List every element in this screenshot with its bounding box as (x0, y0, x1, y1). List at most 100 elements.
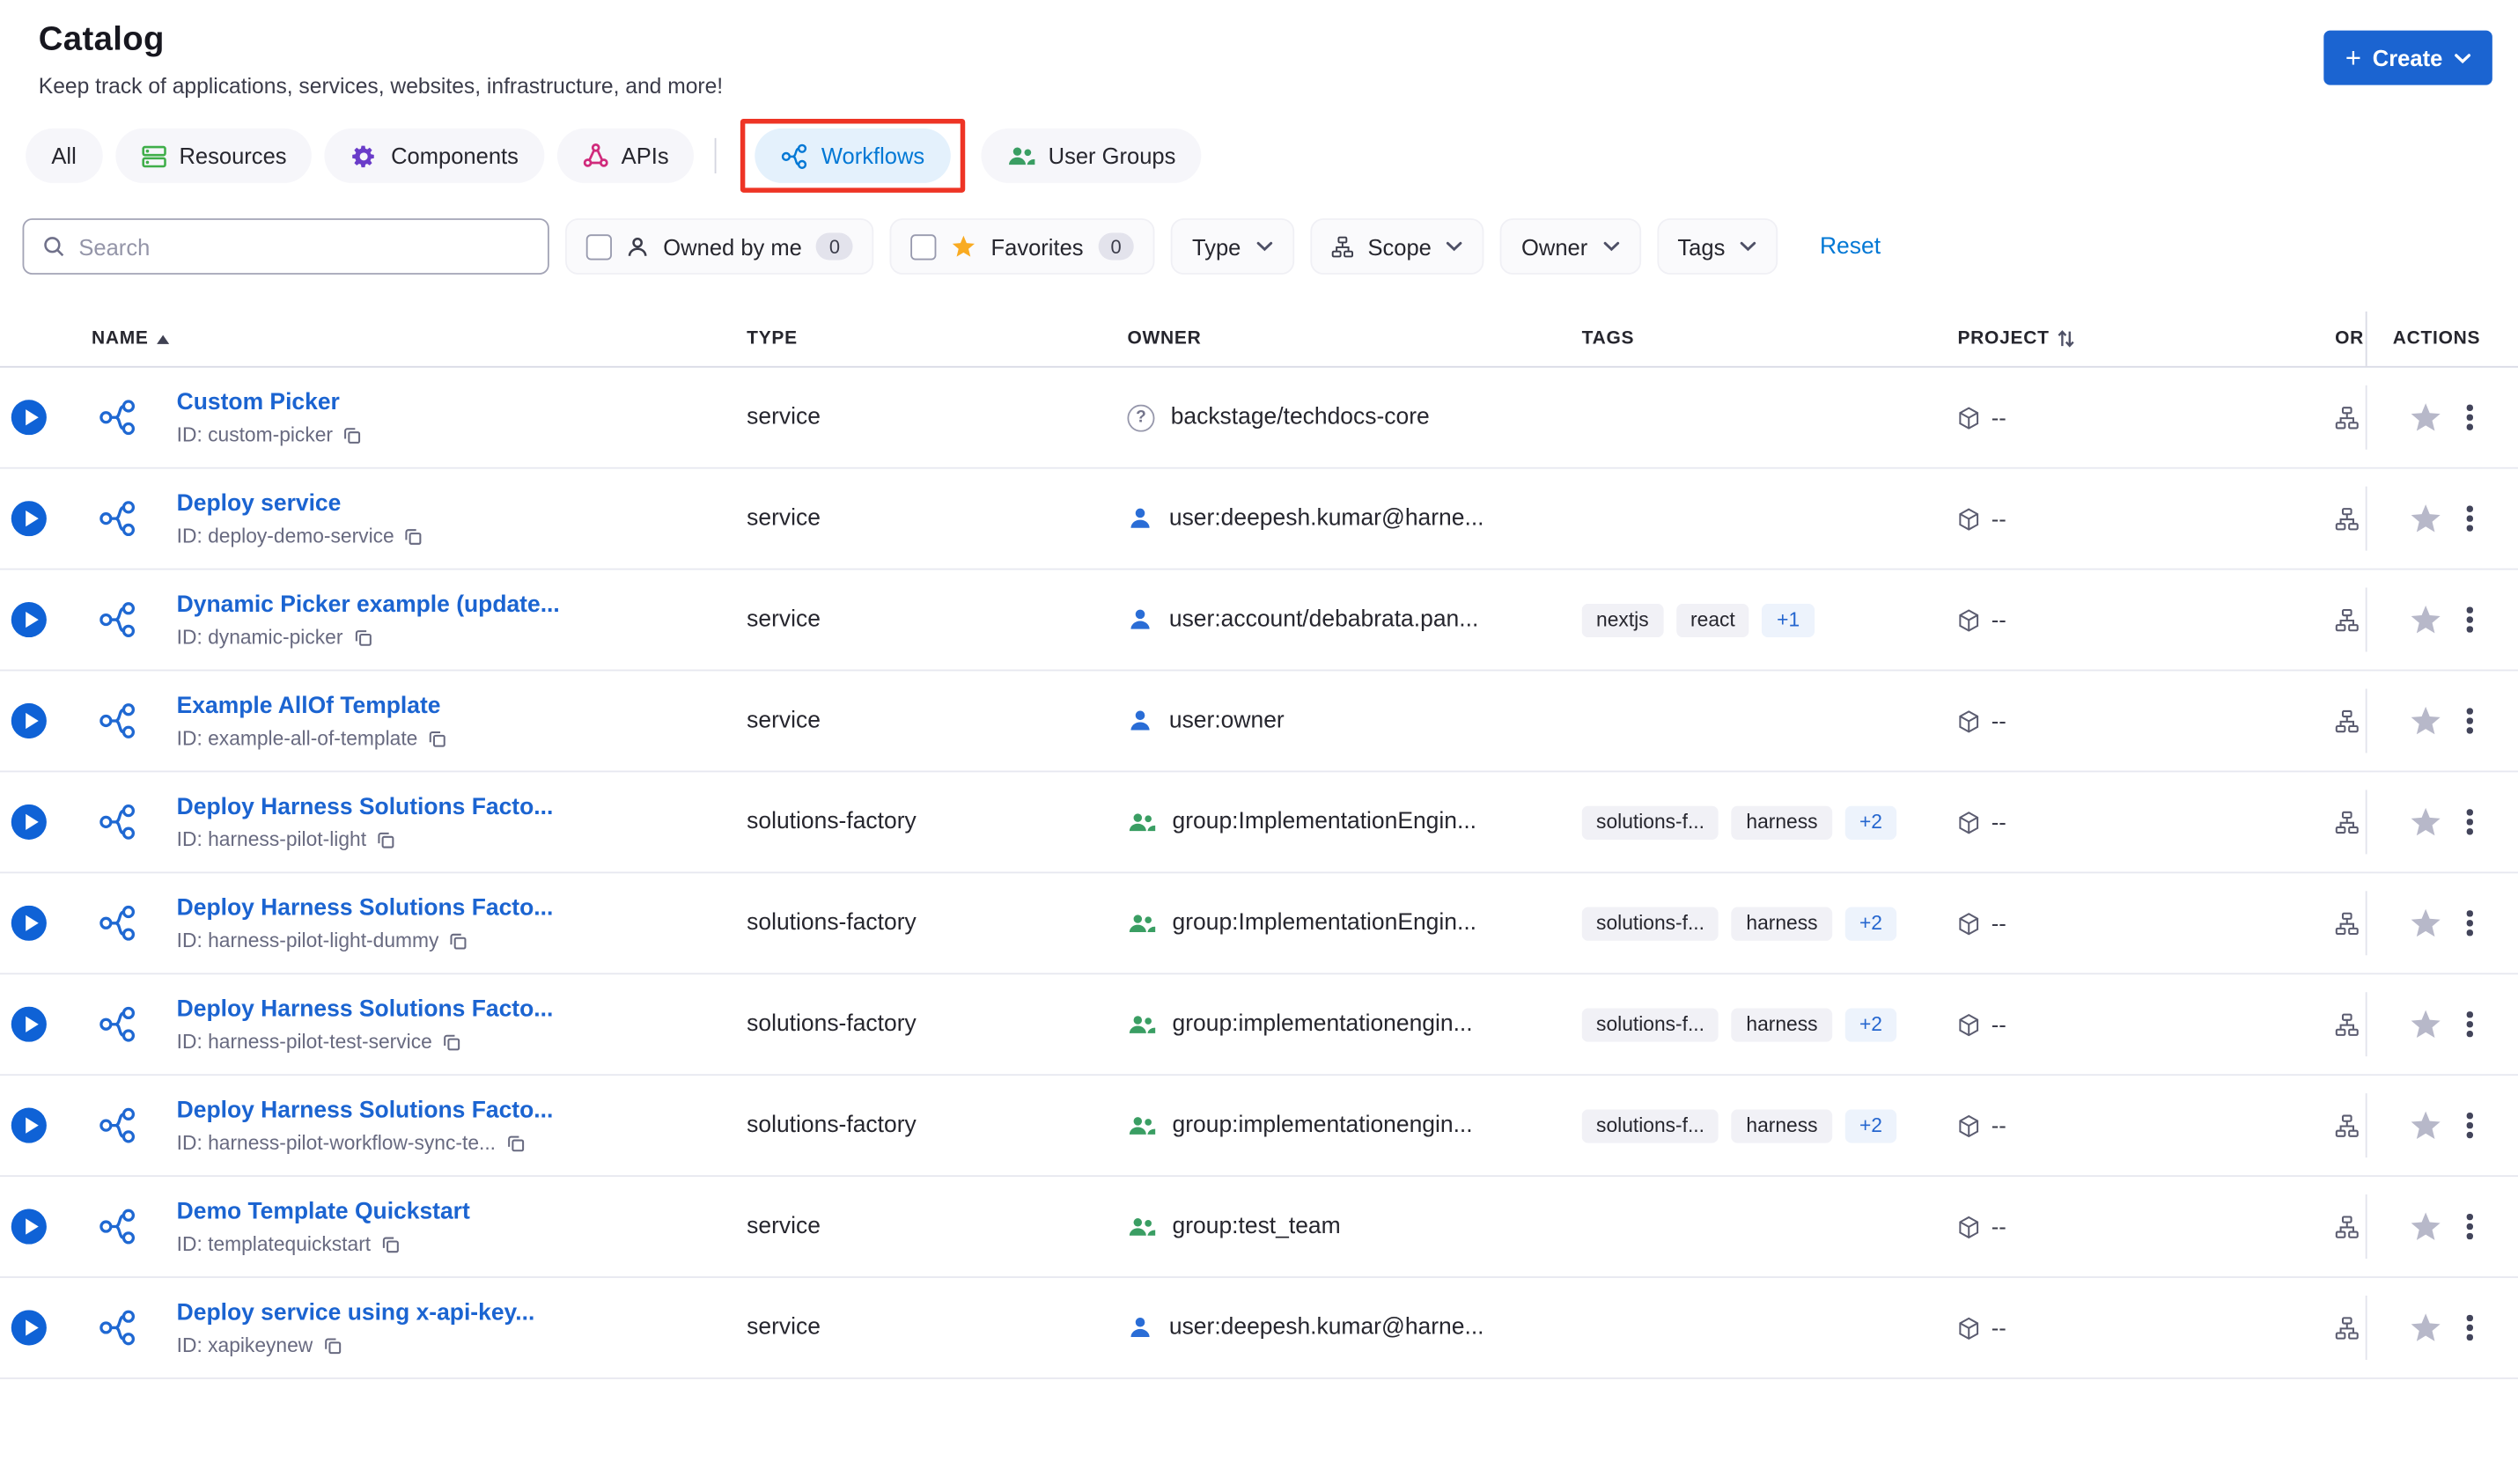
tag-chip[interactable]: +2 (1844, 906, 1897, 940)
more-options-button[interactable] (2463, 907, 2476, 939)
more-options-button[interactable] (2463, 1009, 2476, 1040)
copy-icon[interactable] (380, 1234, 400, 1253)
copy-icon[interactable] (322, 1335, 342, 1355)
column-header-project[interactable]: PROJECT (1957, 312, 2335, 366)
tag-chip[interactable]: +1 (1762, 602, 1815, 637)
workflow-name-link[interactable]: Deploy Harness Solutions Facto... (177, 996, 747, 1022)
tag-chip[interactable]: nextjs (1581, 602, 1664, 637)
copy-icon[interactable] (427, 728, 446, 747)
workflow-name-link[interactable]: Deploy Harness Solutions Facto... (177, 895, 747, 921)
tag-chip[interactable]: +2 (1844, 1007, 1897, 1041)
play-icon (25, 611, 38, 628)
reset-filters-link[interactable]: Reset (1820, 233, 1881, 259)
more-options-button[interactable] (2463, 1110, 2476, 1142)
column-header-name[interactable]: NAME (0, 312, 747, 366)
workflow-name-link[interactable]: Dynamic Picker example (update... (177, 591, 747, 617)
more-options-button[interactable] (2463, 806, 2476, 838)
run-workflow-button[interactable] (11, 702, 47, 739)
scope-filter-dropdown[interactable]: Scope (1309, 218, 1485, 275)
project-cell: -- (1957, 506, 2335, 532)
copy-icon[interactable] (505, 1133, 525, 1152)
favorite-star-button[interactable] (2409, 1109, 2442, 1141)
run-cell (0, 804, 98, 840)
search-box[interactable] (22, 218, 549, 275)
favorites-checkbox[interactable] (910, 233, 937, 260)
owner-text: group:test_team (1172, 1213, 1341, 1240)
copy-icon[interactable] (442, 1032, 461, 1051)
tag-chip[interactable]: harness (1731, 1007, 1832, 1041)
org-sitemap-icon (2335, 1113, 2359, 1137)
owned-by-me-filter[interactable]: Owned by me 0 (565, 218, 874, 275)
copy-icon[interactable] (404, 525, 423, 545)
copy-icon[interactable] (352, 627, 372, 646)
run-workflow-button[interactable] (11, 905, 47, 941)
more-options-button[interactable] (2463, 401, 2476, 433)
run-workflow-button[interactable] (11, 400, 47, 436)
tab-resources[interactable]: Resources (114, 128, 313, 183)
run-workflow-button[interactable] (11, 1006, 47, 1042)
favorite-star-button[interactable] (2409, 503, 2442, 534)
workflow-id: ID: dynamic-picker (177, 625, 747, 648)
tag-chip[interactable]: harness (1731, 1108, 1832, 1142)
workflow-name-link[interactable]: Demo Template Quickstart (177, 1199, 747, 1224)
tag-chip[interactable]: +2 (1844, 804, 1897, 840)
workflow-name-link[interactable]: Example AllOf Template (177, 693, 747, 718)
tab-user-groups[interactable]: User Groups (981, 128, 1202, 183)
copy-icon[interactable] (448, 930, 468, 950)
favorite-star-button[interactable] (2409, 806, 2442, 838)
favorite-star-button[interactable] (2409, 1311, 2442, 1343)
more-options-button[interactable] (2463, 1312, 2476, 1344)
workflow-icon-cell (98, 1106, 176, 1145)
tag-chip[interactable]: solutions-f... (1581, 906, 1719, 940)
more-options-button[interactable] (2463, 604, 2476, 635)
run-workflow-button[interactable] (11, 804, 47, 840)
tab-apis[interactable]: APIs (556, 128, 695, 183)
type-filter-dropdown[interactable]: Type (1171, 218, 1294, 275)
search-input[interactable] (78, 233, 530, 260)
create-button[interactable]: + Create (2324, 30, 2492, 85)
tab-workflows[interactable]: Workflows (755, 128, 951, 183)
tags-filter-dropdown[interactable]: Tags (1656, 218, 1778, 275)
workflow-name-link[interactable]: Deploy Harness Solutions Facto... (177, 794, 747, 819)
more-options-button[interactable] (2463, 503, 2476, 534)
owned-by-me-checkbox[interactable] (585, 233, 612, 260)
owned-by-me-count: 0 (816, 232, 853, 261)
name-cell: Dynamic Picker example (update... ID: dy… (177, 591, 747, 648)
favorite-star-button[interactable] (2409, 604, 2442, 635)
run-workflow-button[interactable] (11, 501, 47, 537)
workflow-id: ID: deploy-demo-service (177, 525, 747, 547)
workflow-icon-cell (98, 499, 176, 538)
favorite-star-button[interactable] (2409, 705, 2442, 737)
owner-filter-dropdown[interactable]: Owner (1500, 218, 1641, 275)
owner-text: group:implementationengin... (1172, 1113, 1473, 1139)
workflow-name-link[interactable]: Deploy service (177, 490, 747, 516)
run-workflow-button[interactable] (11, 1209, 47, 1245)
run-workflow-button[interactable] (11, 1310, 47, 1346)
copy-icon[interactable] (376, 829, 395, 849)
tag-chip[interactable]: solutions-f... (1581, 1108, 1719, 1142)
favorites-filter[interactable]: Favorites 0 (889, 218, 1156, 275)
favorite-star-button[interactable] (2409, 1210, 2442, 1242)
copy-icon[interactable] (342, 424, 362, 444)
workflow-name-link[interactable]: Deploy Harness Solutions Facto... (177, 1098, 747, 1123)
resources-icon (141, 143, 166, 167)
run-workflow-button[interactable] (11, 1107, 47, 1143)
owner-cell: group:implementationengin... (1127, 1113, 1581, 1138)
favorite-star-button[interactable] (2409, 1008, 2442, 1040)
favorite-star-button[interactable] (2409, 907, 2442, 939)
tag-chip[interactable]: harness (1731, 906, 1832, 940)
workflow-name-link[interactable]: Deploy service using x-api-key... (177, 1300, 747, 1326)
tab-components[interactable]: Components (325, 128, 545, 183)
workflow-name-link[interactable]: Custom Picker (177, 389, 747, 415)
tag-chip[interactable]: +2 (1844, 1108, 1897, 1142)
tag-chip[interactable]: solutions-f... (1581, 1007, 1719, 1041)
tag-chip[interactable]: solutions-f... (1581, 804, 1719, 840)
tab-all[interactable]: All (26, 128, 102, 183)
more-options-button[interactable] (2463, 1211, 2476, 1243)
tag-chip[interactable]: react (1675, 602, 1750, 637)
favorite-star-button[interactable] (2409, 401, 2442, 433)
run-workflow-button[interactable] (11, 602, 47, 638)
type-cell: service (747, 1315, 1127, 1341)
more-options-button[interactable] (2463, 705, 2476, 737)
tag-chip[interactable]: harness (1731, 804, 1832, 840)
